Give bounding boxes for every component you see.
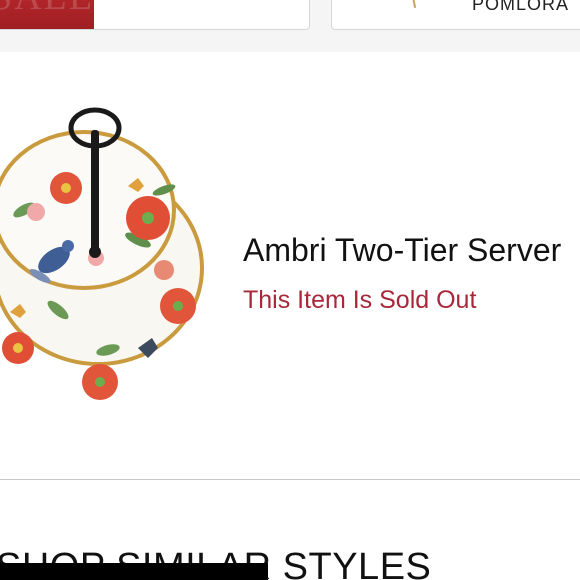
product-image[interactable] [0, 100, 210, 410]
brand-text: POMLORA [472, 0, 570, 14]
product-card-left[interactable]: SALE [0, 0, 310, 30]
redaction-bar [0, 563, 268, 580]
product-card-right[interactable]: POMLORA [331, 0, 580, 30]
recently-viewed-strip: SALE POMLORA [0, 0, 580, 52]
sale-thumbnail-text: SALE [0, 0, 94, 19]
sale-thumbnail: SALE [0, 0, 94, 29]
section-divider [0, 479, 580, 480]
pin-icon [412, 0, 416, 8]
sold-out-status: This Item Is Sold Out [243, 286, 477, 314]
product-title[interactable]: Ambri Two-Tier Server [243, 232, 561, 269]
